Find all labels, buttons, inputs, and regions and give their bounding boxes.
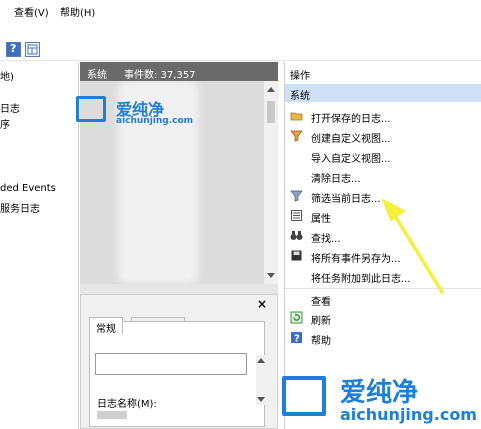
watermark-logo — [76, 96, 106, 122]
watermark-logo — [282, 376, 326, 416]
watermark-domain: aichunjing.com — [340, 405, 477, 424]
tab-general[interactable]: 常规 — [89, 317, 123, 335]
watermark-brand: 爱纯净 — [340, 378, 419, 408]
watermark-domain: aichunjing.com — [116, 116, 194, 126]
annotation-arrow — [382, 199, 444, 294]
